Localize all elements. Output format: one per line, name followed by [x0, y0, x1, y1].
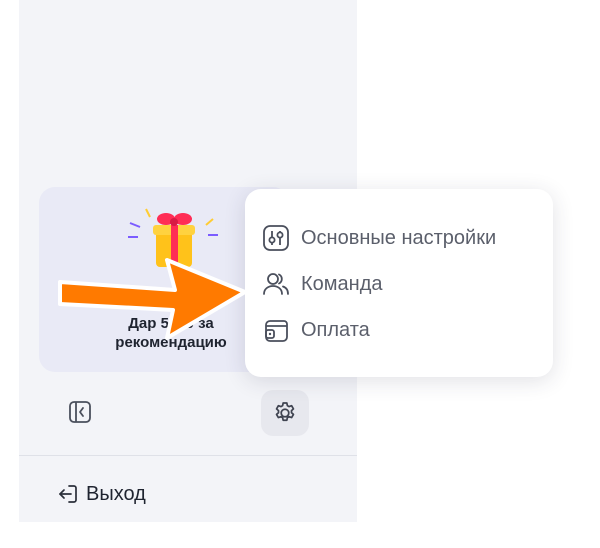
menu-item-label: Оплата	[301, 318, 370, 341]
logout-label: Выход	[86, 482, 146, 505]
menu-item-label: Основные настройки	[301, 226, 497, 249]
menu-item-general-settings[interactable]: Основные настройки	[261, 221, 496, 255]
settings-dropdown-menu: Основные настройки Команда Оплата	[245, 189, 553, 377]
settings-button[interactable]	[261, 390, 309, 436]
logout-icon	[59, 485, 77, 503]
sliders-icon	[263, 225, 289, 251]
menu-item-payment[interactable]: Оплата	[261, 313, 370, 347]
users-icon	[263, 273, 289, 295]
wallet-icon	[265, 320, 288, 342]
logout-button[interactable]: Выход	[56, 478, 146, 510]
sidebar-collapse-icon	[69, 401, 91, 423]
gift-icon	[128, 208, 218, 267]
sidebar-divider	[19, 455, 357, 456]
collapse-sidebar-button[interactable]	[60, 392, 100, 432]
gear-icon	[275, 402, 295, 422]
menu-item-label: Команда	[301, 272, 383, 295]
menu-item-team[interactable]: Команда	[261, 267, 382, 301]
